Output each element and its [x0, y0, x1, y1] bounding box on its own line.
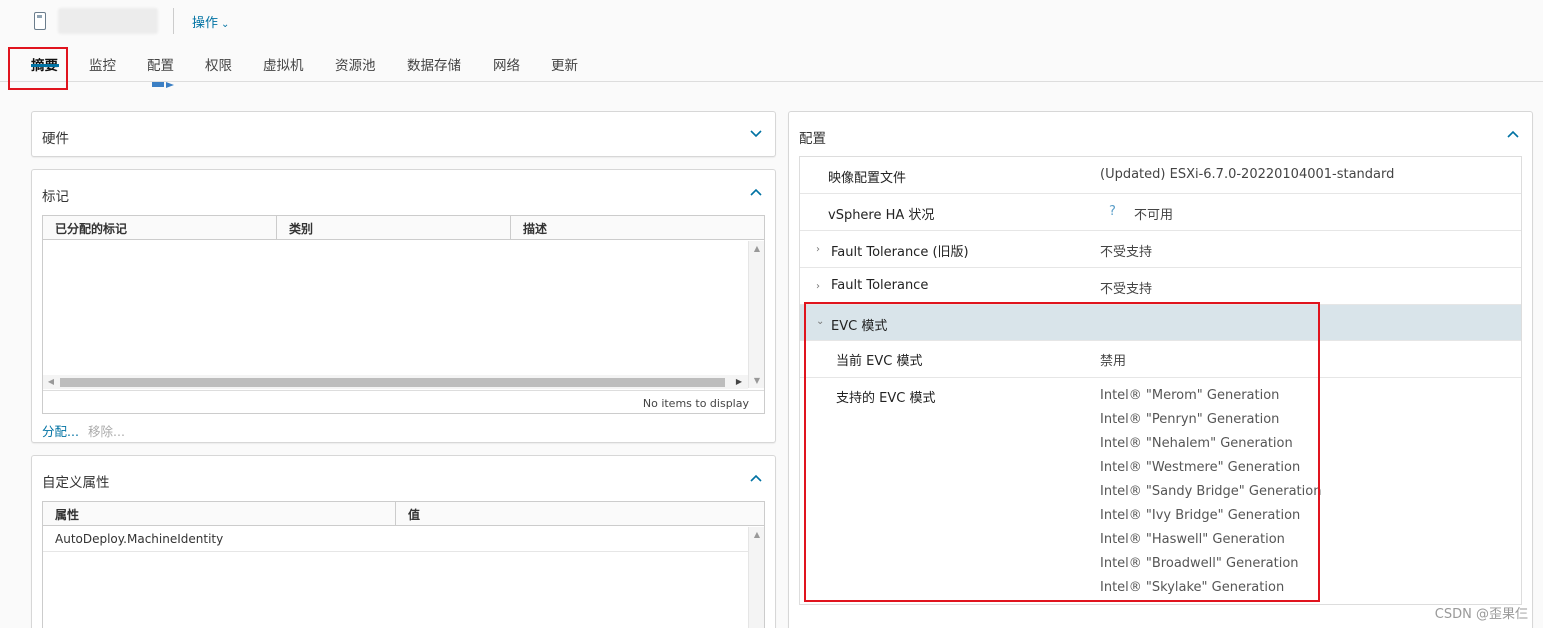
tab-monitor[interactable]: 监控	[89, 54, 116, 74]
column-header[interactable]: 值	[408, 506, 420, 523]
chevron-right-icon[interactable]: ›	[816, 281, 820, 292]
row-value: 不受支持	[1100, 245, 1153, 260]
column-header[interactable]: 属性	[55, 506, 79, 523]
chevron-down-icon: ⌄	[221, 19, 230, 30]
scroll-up-icon[interactable]: ▲	[749, 530, 765, 539]
chevron-up-icon[interactable]	[1506, 127, 1520, 141]
row-value: (Updated) ESXi-6.7.0-20220104001-standar…	[1100, 167, 1395, 182]
tab-permissions[interactable]: 权限	[205, 54, 232, 74]
table-row[interactable]: AutoDeploy.MachineIdentity	[43, 527, 748, 552]
panel-title: 配置	[799, 131, 826, 147]
panel-title: 标记	[42, 189, 69, 205]
scroll-up-icon[interactable]: ▲	[749, 244, 765, 253]
tab-vms[interactable]: 虚拟机	[263, 54, 304, 74]
actions-label: 操作	[192, 16, 219, 31]
grid-header: 属性 值	[43, 502, 764, 526]
column-header[interactable]: 类别	[289, 220, 313, 237]
chevron-right-icon[interactable]: ›	[816, 244, 820, 255]
column-resize-handle[interactable]	[395, 502, 396, 526]
object-tabs: 摘要 监控 配置 权限 虚拟机 资源池 数据存储 网络 更新	[0, 42, 1543, 82]
grid-footer-divider	[43, 390, 764, 391]
vertical-scrollbar[interactable]: ▲ ▼	[748, 241, 764, 388]
actions-menu-button[interactable]: 操作 ⌄	[192, 12, 229, 31]
horizontal-scrollbar[interactable]: ◀ ▶	[43, 375, 748, 389]
config-row-ft-legacy[interactable]: › Fault Tolerance (旧版) 不受支持	[800, 231, 1521, 268]
row-value: 不可用	[1134, 208, 1174, 223]
object-header: 操作 ⌄	[0, 0, 1543, 42]
tags-panel: 标记 已分配的标记 类别 描述 ▲ ▼ ◀ ▶ No items to disp…	[31, 169, 776, 443]
grid-empty-text: No items to display	[642, 397, 749, 410]
tab-configure[interactable]: 配置	[147, 54, 174, 74]
custom-attributes-panel: 自定义属性 属性 值 AutoDeploy.MachineIdentity ▲	[31, 455, 776, 628]
row-label: Fault Tolerance	[831, 278, 929, 293]
host-icon	[34, 12, 46, 30]
watermark: CSDN @歪果仨	[1434, 607, 1528, 622]
tab-datastores[interactable]: 数据存储	[407, 54, 461, 74]
attribute-name: AutoDeploy.MachineIdentity	[55, 532, 224, 546]
chevron-up-icon[interactable]	[749, 471, 763, 485]
config-row-ft[interactable]: › Fault Tolerance 不受支持	[800, 268, 1521, 305]
scroll-left-icon[interactable]: ◀	[43, 377, 59, 386]
scroll-down-icon[interactable]: ▼	[749, 376, 765, 385]
chevron-up-icon[interactable]	[749, 185, 763, 199]
tab-networks[interactable]: 网络	[493, 54, 520, 74]
scrollbar-thumb[interactable]	[60, 378, 725, 387]
row-value: 不受支持	[1100, 282, 1153, 297]
grid-header: 已分配的标记 类别 描述	[43, 216, 764, 240]
config-row-image-profile: 映像配置文件 (Updated) ESXi-6.7.0-20220104001-…	[800, 157, 1521, 194]
panel-title: 自定义属性	[42, 475, 110, 491]
column-header[interactable]: 描述	[523, 220, 547, 237]
edit-icon	[152, 82, 174, 88]
tags-grid: 已分配的标记 类别 描述 ▲ ▼ ◀ ▶ No items to display	[42, 215, 765, 414]
custom-attributes-grid: 属性 值 AutoDeploy.MachineIdentity ▲	[42, 501, 765, 628]
row-label: vSphere HA 状况	[828, 208, 935, 223]
config-row-ha-state: vSphere HA 状况 ? 不可用	[800, 194, 1521, 231]
annotation-highlight-tab	[8, 47, 68, 90]
hardware-panel: 硬件	[31, 111, 776, 157]
tab-updates[interactable]: 更新	[551, 54, 578, 74]
remove-tag-link[interactable]: 移除...	[88, 421, 125, 440]
row-label: 映像配置文件	[828, 171, 907, 186]
chevron-down-icon[interactable]	[749, 127, 763, 141]
help-icon[interactable]: ?	[1109, 204, 1116, 219]
tab-resource-pools[interactable]: 资源池	[335, 54, 376, 74]
header-divider	[173, 8, 174, 34]
assign-tag-link[interactable]: 分配...	[42, 421, 79, 440]
annotation-highlight-evc	[804, 302, 1320, 602]
panel-title: 硬件	[42, 131, 69, 147]
column-header[interactable]: 已分配的标记	[55, 220, 127, 237]
vertical-scrollbar[interactable]: ▲	[748, 527, 764, 628]
column-resize-handle[interactable]	[510, 216, 511, 240]
scroll-right-icon[interactable]: ▶	[731, 377, 747, 386]
host-name-redacted	[58, 8, 158, 34]
column-resize-handle[interactable]	[276, 216, 277, 240]
row-label: Fault Tolerance (旧版)	[831, 245, 969, 260]
